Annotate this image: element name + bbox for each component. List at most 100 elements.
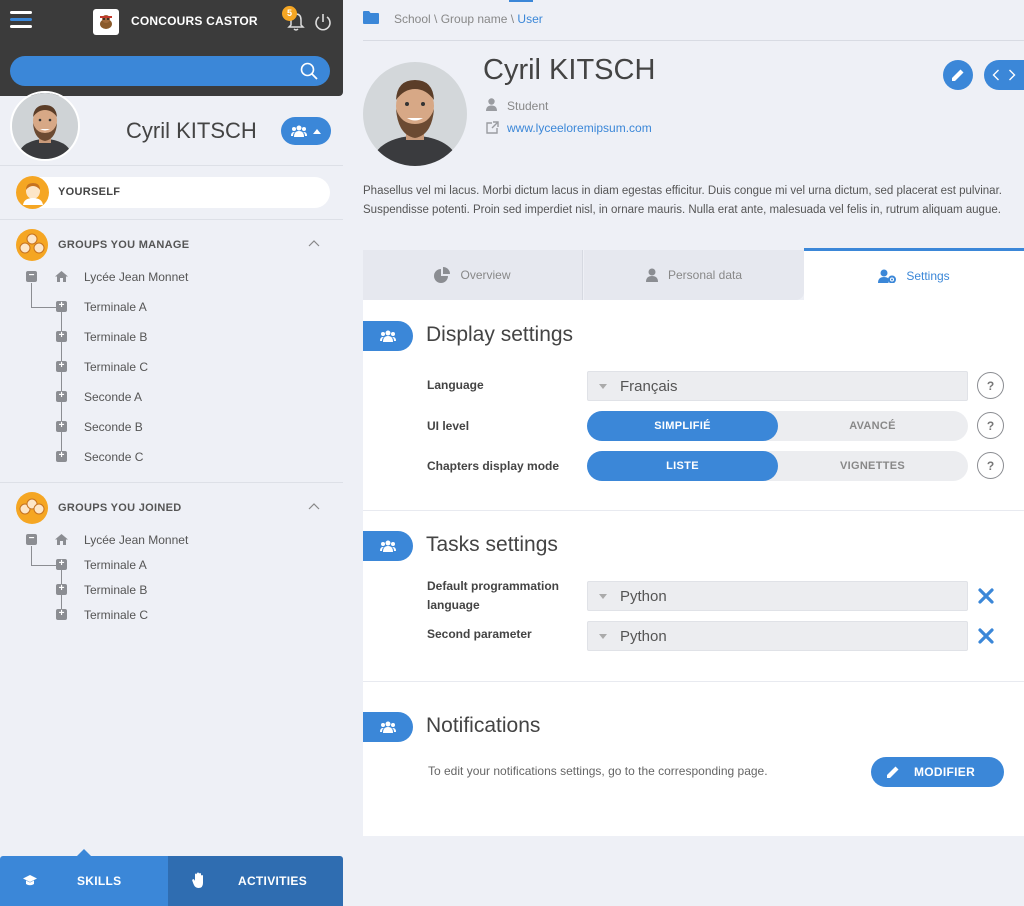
top-bar: CONCOURS CASTOR 5 <box>0 0 343 96</box>
notifications-title: Notifications <box>426 714 541 737</box>
hand-icon <box>192 872 203 888</box>
tree-node[interactable]: + Terminale B <box>0 328 343 348</box>
second-parameter-value: Python <box>620 628 667 645</box>
ui-level-option-simplifie[interactable]: SIMPLIFIÉ <box>587 411 778 441</box>
expand-icon[interactable]: + <box>56 361 67 372</box>
tab-skills[interactable]: SKILLS <box>0 849 168 906</box>
expand-icon[interactable]: + <box>56 331 67 342</box>
tree-node-label: Terminale B <box>84 583 148 597</box>
tree-node-label: Seconde C <box>84 450 144 464</box>
pie-chart-icon <box>434 267 451 283</box>
settings-panel: Display settings Language Français ? UI … <box>363 300 1024 836</box>
groups-managed-header[interactable]: GROUPS YOU MANAGE <box>16 229 326 261</box>
expand-icon[interactable]: + <box>56 391 67 402</box>
tree-node-label: Lycée Jean Monnet <box>84 270 189 284</box>
tree-node[interactable]: + Terminale A <box>0 298 343 318</box>
collapse-icon[interactable]: − <box>26 271 37 282</box>
tree-node[interactable]: + Terminale C <box>0 358 343 378</box>
collapse-icon[interactable]: − <box>26 534 37 545</box>
clear-icon[interactable] <box>977 587 995 605</box>
tree-node[interactable]: + Seconde C <box>0 448 343 468</box>
chevron-left-icon[interactable] <box>992 69 1000 81</box>
breadcrumb-parents[interactable]: School \ Group name \ <box>394 12 517 26</box>
profile-description: Phasellus vel mi lacus. Morbi dictum lac… <box>363 185 1002 216</box>
modifier-button[interactable]: MODIFIER <box>871 757 1004 787</box>
ui-level-toggle: SIMPLIFIÉ AVANCÉ <box>587 411 968 441</box>
tab-activities-label: ACTIVITIES <box>238 874 308 888</box>
tree-node-label: Terminale B <box>84 330 148 344</box>
group-icon <box>16 492 48 524</box>
second-parameter-select[interactable]: Python <box>587 621 968 651</box>
tree-node[interactable]: + Seconde A <box>0 388 343 408</box>
prog-language-select[interactable]: Python <box>587 581 968 611</box>
divider <box>0 219 343 220</box>
tab-personal-data[interactable]: Personal data <box>584 250 804 300</box>
prog-language-label: Default programmation language <box>427 579 560 612</box>
search-input[interactable] <box>10 56 330 86</box>
tree-node-label: Terminale C <box>84 608 149 622</box>
profile-role: Student <box>507 99 549 113</box>
power-icon[interactable] <box>314 13 332 31</box>
chevron-up-icon[interactable] <box>308 238 320 250</box>
caret-down-icon <box>599 634 607 639</box>
home-icon <box>55 271 68 282</box>
expand-icon[interactable]: + <box>56 584 67 595</box>
tree-node[interactable]: + Terminale A <box>0 556 343 576</box>
users-icon <box>291 125 307 137</box>
prog-language-value: Python <box>620 588 667 605</box>
yourself-avatar-icon <box>16 176 49 209</box>
profile-tabs: Overview Personal data Settings <box>363 248 1024 300</box>
groups-joined-header[interactable]: GROUPS YOU JOINED <box>16 492 326 524</box>
ui-level-help-button[interactable]: ? <box>977 412 1004 439</box>
tab-settings-label: Settings <box>906 268 950 283</box>
expand-icon[interactable]: + <box>56 609 67 620</box>
tree-node[interactable]: + Terminale C <box>0 606 343 626</box>
tree-node-label: Seconde B <box>84 420 143 434</box>
tab-activities[interactable]: ACTIVITIES <box>168 856 343 906</box>
search-icon[interactable] <box>300 62 318 80</box>
tab-settings[interactable]: Settings <box>804 248 1024 300</box>
yourself-item[interactable]: YOURSELF <box>16 176 330 209</box>
language-select[interactable]: Français <box>587 371 968 401</box>
left-sidebar: CONCOURS CASTOR 5 Cyril KITSCH YOURSELF … <box>0 0 343 906</box>
edit-profile-button[interactable] <box>943 60 973 90</box>
chapters-option-vignettes[interactable]: VIGNETTES <box>777 451 968 481</box>
divider <box>363 510 1024 511</box>
second-parameter-label: Second parameter <box>427 627 532 641</box>
clear-icon[interactable] <box>977 627 995 645</box>
divider <box>363 40 1024 41</box>
folder-icon[interactable] <box>363 11 379 24</box>
expand-icon[interactable]: + <box>56 421 67 432</box>
chevron-up-icon[interactable] <box>308 501 320 513</box>
tab-overview-label: Overview <box>460 268 511 282</box>
chevron-right-icon[interactable] <box>1008 69 1016 81</box>
chapters-help-button[interactable]: ? <box>977 452 1004 479</box>
chapters-option-liste[interactable]: LISTE <box>587 451 778 481</box>
tree-node-root[interactable]: − Lycée Jean Monnet <box>0 268 343 288</box>
tree-node-label: Terminale A <box>84 558 147 572</box>
language-label: Language <box>427 378 484 392</box>
chapters-mode-toggle: LISTE VIGNETTES <box>587 451 968 481</box>
divider <box>0 482 343 483</box>
breadcrumb-current[interactable]: User <box>517 12 542 26</box>
tasks-settings-icon <box>363 531 413 561</box>
tree-node-root[interactable]: − Lycée Jean Monnet <box>0 531 343 551</box>
ui-level-option-avance[interactable]: AVANCÉ <box>777 411 968 441</box>
tree-node-label: Terminale C <box>84 360 149 374</box>
language-help-button[interactable]: ? <box>977 372 1004 399</box>
profile-website-link[interactable]: www.lyceeloremipsum.com <box>507 121 652 135</box>
hamburger-menu-icon[interactable] <box>10 11 32 31</box>
expand-icon[interactable]: + <box>56 301 67 312</box>
tree-node-label: Seconde A <box>84 390 143 404</box>
tab-overview[interactable]: Overview <box>363 250 583 300</box>
pencil-icon <box>887 766 899 778</box>
castor-logo <box>93 9 119 35</box>
group-switch-button[interactable] <box>281 117 331 145</box>
tree-node[interactable]: + Seconde B <box>0 418 343 438</box>
tasks-settings-title: Tasks settings <box>426 533 558 556</box>
tree-node[interactable]: + Terminale B <box>0 581 343 601</box>
expand-icon[interactable]: + <box>56 451 67 462</box>
expand-icon[interactable]: + <box>56 559 67 570</box>
yourself-label: YOURSELF <box>58 186 121 198</box>
notifications-icon <box>363 712 413 742</box>
